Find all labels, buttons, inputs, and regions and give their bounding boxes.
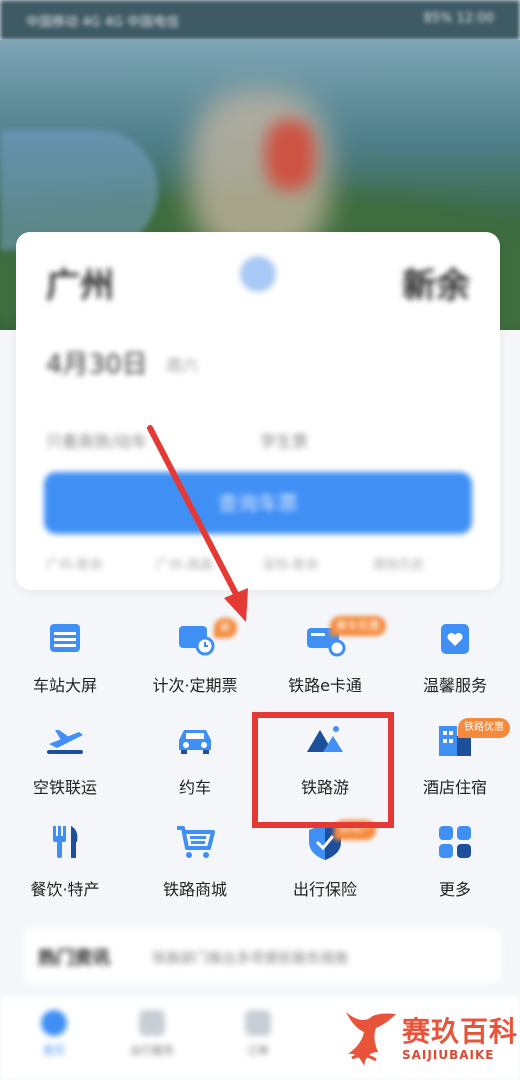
history-item[interactable]: 广州-新余 <box>46 554 103 573</box>
service-label: 温馨服务 <box>422 676 487 695</box>
service-label: 更多 <box>438 880 471 899</box>
service-label: 计次·定期票 <box>152 676 238 695</box>
travel-service-icon <box>139 1010 165 1036</box>
air-rail-icon <box>47 730 83 754</box>
more-grid-icon <box>439 826 471 858</box>
care-service-icon <box>441 624 469 654</box>
shopping-cart-icon <box>177 826 215 858</box>
history-item[interactable]: 广州-南昌 <box>156 554 213 573</box>
station-screen-icon <box>50 624 80 652</box>
query-tickets-button[interactable]: 查询车票 <box>44 472 472 534</box>
season-ticket-icon <box>179 626 215 656</box>
watermark-title: 赛玖百科 <box>402 1015 519 1048</box>
service-label: 空铁联运 <box>32 778 97 797</box>
service-more[interactable]: 更多 <box>390 810 520 910</box>
weekday-label: 周六 <box>166 356 199 375</box>
clear-history-link[interactable]: 清除历史 <box>372 554 424 573</box>
dining-icon <box>53 826 78 858</box>
car-icon <box>179 730 211 754</box>
service-care[interactable]: 温馨服务 <box>390 606 520 706</box>
departure-date[interactable]: 4月30日 <box>46 344 148 381</box>
discount-badge: 乘车优惠 <box>330 616 386 636</box>
nav-label: 订单 <box>247 1044 269 1057</box>
service-label: 出行保险 <box>292 880 357 899</box>
arrival-city[interactable]: 新余 <box>402 258 470 307</box>
battery-time: 85% 12:00 <box>423 11 495 26</box>
nav-home[interactable]: 首页 <box>14 1010 94 1058</box>
service-season-ticket[interactable]: 计次·定期票 <box>130 606 260 706</box>
home-icon <box>41 1010 67 1036</box>
carrier-info: 中国移动 4G 4G 中国电信 <box>26 15 180 30</box>
swap-cities-icon[interactable] <box>240 256 276 292</box>
highlight-box <box>252 712 394 828</box>
news-ticker[interactable]: 热门资讯 铁路部门推出多项便民服务措施 <box>24 928 502 984</box>
service-station-screen[interactable]: 车站大屏 <box>0 606 130 706</box>
service-label: 铁路e卡通 <box>288 676 362 695</box>
new-badge: 新 <box>214 618 237 638</box>
ticket-booking-card: 广州 新余 4月30日 周六 只看高铁/动车 学生票 查询车票 广州-新余 广州… <box>16 232 500 590</box>
news-text: 铁路部门推出多项便民服务措施 <box>152 951 348 967</box>
nav-travel-service[interactable]: 出行服务 <box>112 1010 192 1058</box>
history-item[interactable]: 深圳-新余 <box>262 554 319 573</box>
service-label: 车站大屏 <box>32 676 97 695</box>
orders-icon <box>245 1010 271 1036</box>
news-title: 热门资讯 <box>38 948 110 969</box>
service-label: 铁路商城 <box>162 880 227 899</box>
whale-tail-logo-icon <box>346 1012 396 1066</box>
service-label: 约车 <box>178 778 211 797</box>
service-air-rail[interactable]: 空铁联运 <box>0 708 130 808</box>
high-speed-only-toggle[interactable]: 只看高铁/动车 <box>46 428 147 452</box>
nav-label: 出行服务 <box>130 1044 174 1057</box>
rail-discount-badge: 铁路优惠 <box>458 718 510 738</box>
service-dining[interactable]: 餐饮·特产 <box>0 810 130 910</box>
status-bar: 中国移动 4G 4G 中国电信 85% 12:00 <box>0 0 520 40</box>
service-label: 酒店住宿 <box>422 778 487 797</box>
service-shop[interactable]: 铁路商城 <box>130 810 260 910</box>
nav-orders[interactable]: 订单 <box>218 1010 298 1058</box>
watermark-subtitle: SAIJIUBAIKE <box>402 1048 495 1062</box>
nav-label: 首页 <box>43 1044 65 1057</box>
service-car[interactable]: 约车 <box>130 708 260 808</box>
service-label: 餐饮·特产 <box>30 880 100 899</box>
departure-city[interactable]: 广州 <box>46 258 114 307</box>
watermark: 赛玖百科 SAIJIUBAIKE <box>338 1002 517 1076</box>
student-ticket-toggle[interactable]: 学生票 <box>260 428 308 452</box>
